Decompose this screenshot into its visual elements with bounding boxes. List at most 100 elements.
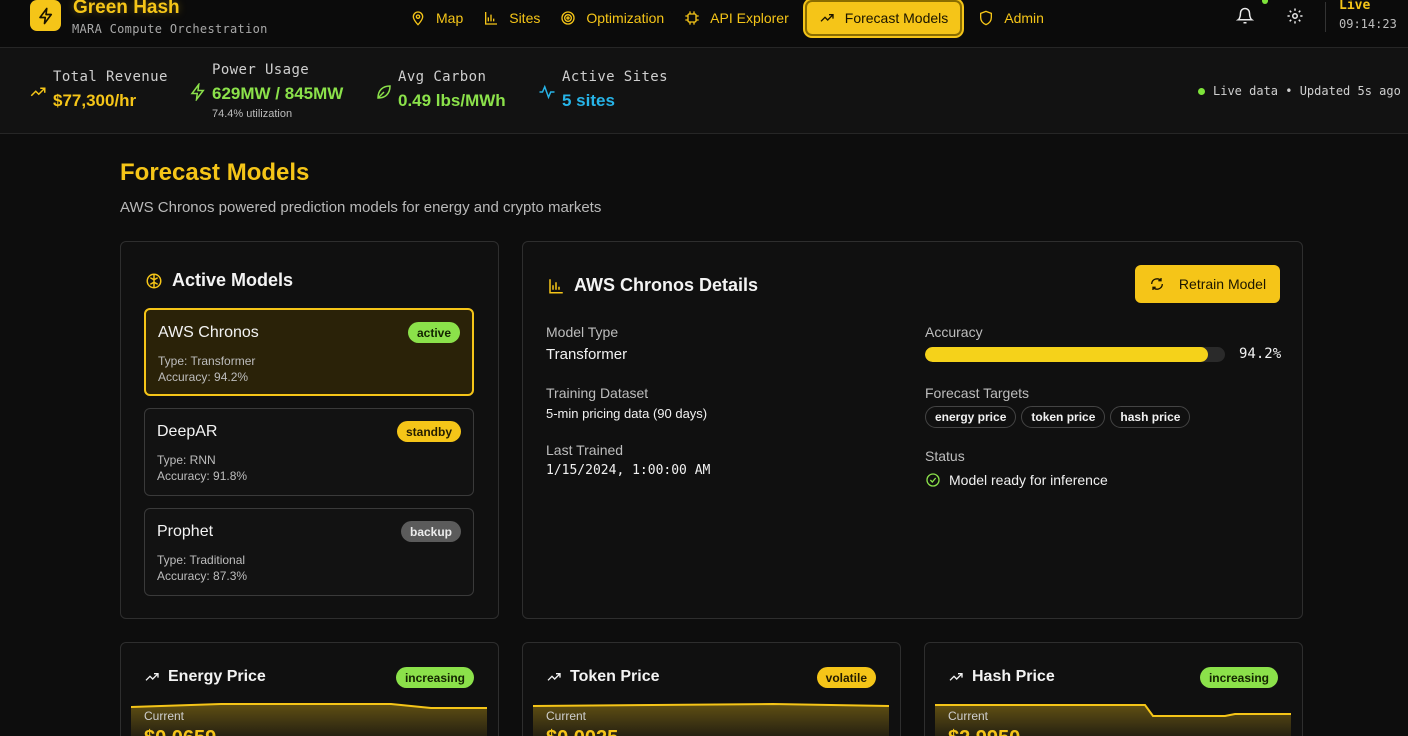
current-value: $0.0659 <box>144 727 216 736</box>
stat-label: Total Revenue <box>53 69 168 85</box>
header-divider <box>1325 2 1326 32</box>
nav-api-explorer-label: API Explorer <box>710 10 789 26</box>
model-name: DeepAR <box>157 423 218 440</box>
current-value: $0.0025 <box>546 727 618 736</box>
trending-up-icon <box>547 673 561 681</box>
model-type-value: Transformer <box>546 346 628 363</box>
model-card-deepar[interactable]: DeepAR standby Type: RNN Accuracy: 91.8% <box>144 408 474 496</box>
current-label: Current <box>948 709 989 723</box>
price-card-energy: Energy Price increasing Current $0.0659 <box>120 642 499 736</box>
gear-icon[interactable] <box>1286 7 1304 25</box>
live-label: Live <box>1339 0 1371 13</box>
target-icon <box>561 11 576 25</box>
model-accuracy: Accuracy: 91.8% <box>157 469 248 483</box>
forecast-targets-label: Forecast Targets <box>925 385 1030 401</box>
status-label: Status <box>925 448 965 464</box>
forecast-targets: energy price token price hash price <box>925 406 1191 428</box>
shield-icon <box>980 10 993 26</box>
leaf-icon <box>377 85 391 99</box>
model-card-prophet[interactable]: Prophet backup Type: Traditional Accurac… <box>144 508 474 596</box>
stat-note: 74.4% utilization <box>212 108 293 120</box>
stat-label: Power Usage <box>212 62 310 78</box>
active-models-panel: Active Models AWS Chronos active Type: T… <box>120 241 499 619</box>
nav-optimization[interactable]: Optimization <box>550 0 674 36</box>
details-title-text: AWS Chronos Details <box>574 275 759 295</box>
model-details-panel: AWS Chronos Details Retrain Model Model … <box>522 241 1303 619</box>
price-card-title: Energy Price <box>144 668 266 686</box>
training-dataset-label: Training Dataset <box>546 385 649 401</box>
price-card-title-text: Energy Price <box>168 668 266 685</box>
notification-dot <box>1262 0 1268 4</box>
accuracy-label: Accuracy <box>925 324 983 340</box>
trending-up-icon <box>30 87 46 97</box>
model-name: Prophet <box>157 523 214 540</box>
current-value: $2.9950 <box>948 727 1020 736</box>
logo[interactable] <box>30 0 61 31</box>
last-trained-label: Last Trained <box>546 442 624 458</box>
model-type: Type: Traditional <box>157 553 246 567</box>
target-tag: energy price <box>925 406 1017 428</box>
top-navigation-bar: Green Hash MARA Compute Orchestration Ma… <box>0 0 1408 48</box>
bell-icon[interactable] <box>1236 7 1254 25</box>
model-type: Type: RNN <box>157 453 216 467</box>
page-title: Forecast Models <box>120 159 310 186</box>
active-models-title-text: Active Models <box>172 270 294 290</box>
check-circle-icon <box>926 473 940 487</box>
model-type-label: Model Type <box>546 324 619 340</box>
status-badge: standby <box>396 421 461 442</box>
nav-forecast-models[interactable]: Forecast Models <box>804 0 963 36</box>
nav-map-label: Map <box>436 10 464 26</box>
model-card-aws-chronos[interactable]: AWS Chronos active Type: Transformer Acc… <box>144 308 474 396</box>
app-subtitle: MARA Compute Orchestration <box>72 22 268 36</box>
trending-up-icon <box>820 14 834 22</box>
lightning-icon <box>190 83 205 101</box>
nav-map[interactable]: Map <box>400 0 473 36</box>
trend-badge: volatile <box>816 667 876 688</box>
price-card-title-text: Hash Price <box>972 668 1055 685</box>
active-models-title: Active Models <box>145 270 293 291</box>
nav-sites[interactable]: Sites <box>473 0 550 36</box>
trending-up-icon <box>145 673 159 681</box>
last-trained-value: 1/15/2024, 1:00:00 AM <box>546 463 711 478</box>
current-label: Current <box>546 709 587 723</box>
nav-optimization-label: Optimization <box>586 10 665 26</box>
live-status-text: Live data • Updated 5s ago <box>1213 84 1401 98</box>
retrain-model-button[interactable]: Retrain Model <box>1135 265 1280 303</box>
trending-up-icon <box>949 673 963 681</box>
app-title: Green Hash <box>73 0 180 18</box>
nav-api-explorer[interactable]: API Explorer <box>674 0 799 36</box>
accuracy-bar-fill <box>925 347 1208 362</box>
map-pin-icon <box>412 11 424 26</box>
accuracy-value: 94.2% <box>1239 346 1282 362</box>
model-accuracy: Accuracy: 94.2% <box>158 370 249 384</box>
current-label: Current <box>144 709 185 723</box>
status-badge: active <box>407 322 460 343</box>
activity-icon <box>539 84 555 100</box>
nav-admin-label: Admin <box>1004 10 1044 26</box>
page-subtitle: AWS Chronos powered prediction models fo… <box>120 199 602 216</box>
price-card-hash: Hash Price increasing Current $2.9950 <box>924 642 1303 736</box>
clock: 09:14:23 <box>1339 17 1397 31</box>
trend-badge: increasing <box>395 667 474 688</box>
nav-admin[interactable]: Admin <box>968 0 1054 36</box>
price-card-token: Token Price volatile Current $0.0025 <box>522 642 901 736</box>
nav-sites-label: Sites <box>509 10 541 26</box>
target-tag: hash price <box>1110 406 1191 428</box>
model-name: AWS Chronos <box>158 324 259 341</box>
stat-value: 0.49 lbs/MWh <box>398 91 506 110</box>
stat-value: 5 sites <box>562 91 615 110</box>
live-indicator-dot <box>1198 87 1205 95</box>
nav-forecast-models-label: Forecast Models <box>844 10 949 26</box>
accuracy-bar <box>925 347 1225 362</box>
refresh-icon <box>1150 278 1163 290</box>
main-nav: Map Sites Optimization API Explorer Fore… <box>400 0 1054 36</box>
trend-badge: increasing <box>1199 667 1278 688</box>
status-value: Model ready for inference <box>949 472 1108 488</box>
live-status: Live data • Updated 5s ago <box>1198 84 1401 98</box>
price-card-title-text: Token Price <box>570 668 660 685</box>
brain-icon <box>146 273 162 288</box>
stat-value: $77,300/hr <box>53 91 137 110</box>
model-accuracy: Accuracy: 87.3% <box>157 569 248 583</box>
lightning-icon <box>38 7 52 24</box>
stat-label: Active Sites <box>562 69 668 85</box>
